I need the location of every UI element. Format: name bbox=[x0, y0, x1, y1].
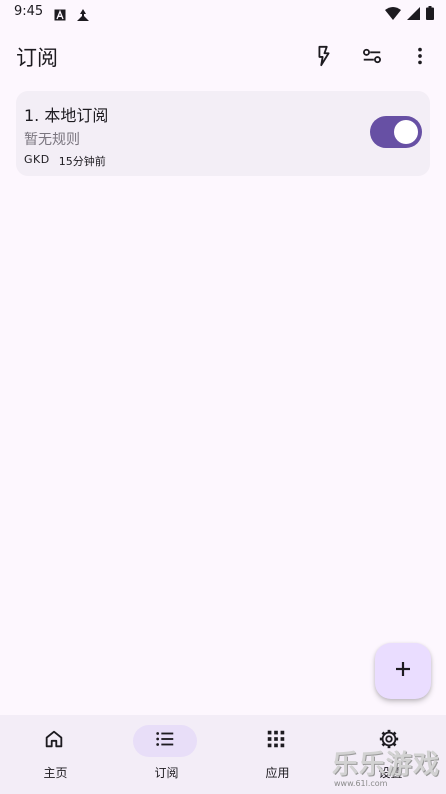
subscription-description: 暂无规则 bbox=[24, 132, 80, 148]
watermark-text: 乐乐游戏 bbox=[332, 750, 441, 780]
nav-label-home: 主页 bbox=[43, 766, 68, 780]
font-icon bbox=[54, 6, 66, 25]
nav-label-subscriptions: 订阅 bbox=[154, 766, 179, 780]
wifi-icon bbox=[385, 5, 401, 24]
lightning-icon[interactable] bbox=[308, 40, 340, 72]
list-icon bbox=[154, 728, 176, 754]
filter-icon[interactable] bbox=[356, 40, 388, 72]
subscription-card[interactable]: 1. 本地订阅 暂无规则 GKD 15分钟前 bbox=[16, 91, 430, 176]
nav-item-subscriptions[interactable]: 订阅 bbox=[111, 715, 222, 794]
nav-label-apps: 应用 bbox=[265, 766, 290, 780]
navigation-icon bbox=[76, 6, 90, 25]
nav-item-apps[interactable]: 应用 bbox=[222, 715, 333, 794]
page-title: 订阅 bbox=[16, 46, 58, 70]
status-time: 9:45 bbox=[14, 4, 44, 19]
battery-icon bbox=[426, 5, 434, 24]
watermark-url: www.61l.com bbox=[334, 779, 388, 788]
subscription-source: GKD bbox=[24, 153, 50, 166]
subscription-title: 1. 本地订阅 bbox=[24, 106, 109, 125]
home-icon bbox=[43, 728, 65, 754]
grid-icon bbox=[265, 728, 287, 754]
status-bar: 9:45 bbox=[0, 0, 446, 26]
subscription-toggle[interactable] bbox=[370, 116, 422, 148]
add-subscription-button[interactable] bbox=[375, 643, 431, 699]
watermark: 乐乐游戏 www.61l.com bbox=[330, 744, 446, 794]
toggle-knob bbox=[394, 120, 418, 144]
top-app-bar: 订阅 bbox=[0, 26, 446, 84]
cellular-icon bbox=[407, 5, 420, 24]
nav-item-home[interactable]: 主页 bbox=[0, 715, 111, 794]
subscription-updated: 15分钟前 bbox=[58, 155, 106, 168]
plus-icon bbox=[393, 659, 413, 683]
more-vert-icon[interactable] bbox=[404, 40, 436, 72]
subscription-meta: GKD 15分钟前 bbox=[24, 153, 106, 169]
